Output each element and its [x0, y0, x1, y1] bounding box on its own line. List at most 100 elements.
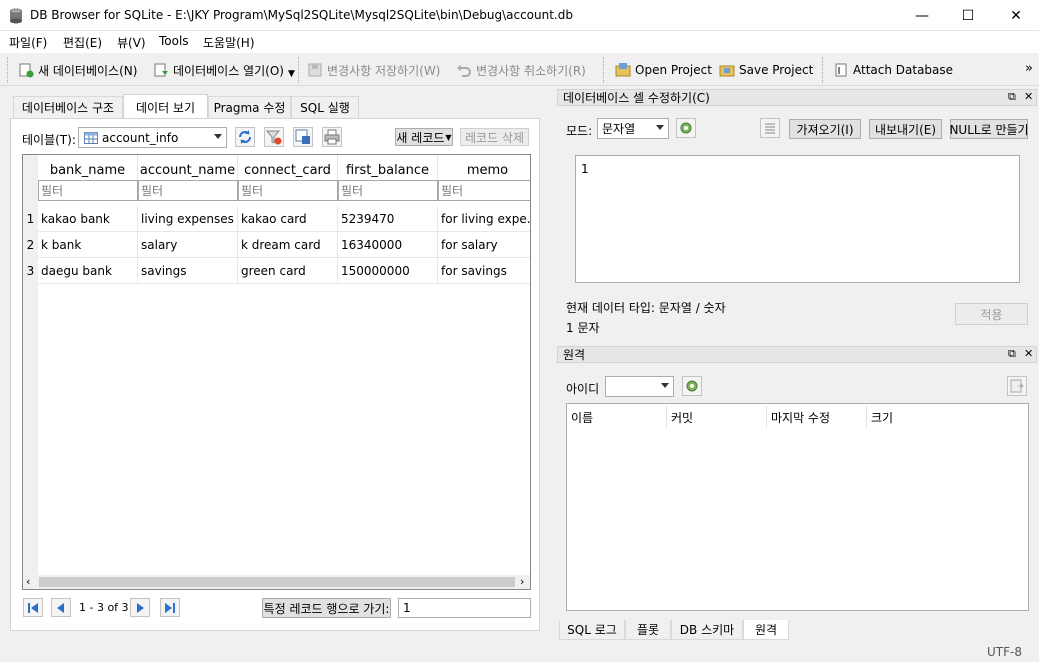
open-database-button[interactable]: 데이터베이스 열기(O) ▼	[153, 58, 295, 82]
attach-database-button[interactable]: Attach Database	[833, 58, 953, 82]
tab-database-structure[interactable]: 데이터베이스 구조	[13, 96, 123, 118]
float-dock-icon[interactable]: ⧉	[1008, 347, 1016, 361]
minimize-button[interactable]: —	[899, 0, 945, 31]
tab-execute-sql[interactable]: SQL 실행	[291, 96, 359, 118]
menu-file[interactable]: 파일(F)	[9, 34, 47, 51]
filter-input[interactable]: 필터	[38, 180, 138, 201]
word-wrap-button[interactable]	[760, 118, 780, 138]
table-cell[interactable]: k dream card	[238, 232, 338, 258]
close-button[interactable]: ✕	[993, 0, 1039, 31]
next-page-button[interactable]	[130, 598, 150, 617]
clear-filters-button[interactable]	[264, 127, 284, 147]
mode-select[interactable]: 문자열	[597, 118, 669, 139]
tab-browse-data[interactable]: 데이터 보기	[123, 94, 208, 119]
column-header[interactable]: account_name	[138, 155, 238, 180]
table-cell[interactable]: salary	[138, 232, 238, 258]
table-cell[interactable]: 16340000	[338, 232, 438, 258]
remote-database-list[interactable]: 이름 커밋 마지막 수정 크기	[566, 403, 1029, 611]
table-cell[interactable]: for savings	[438, 258, 530, 284]
column-header[interactable]: 크기	[867, 406, 1028, 428]
column-header[interactable]: connect_card	[238, 155, 338, 180]
tab-remote[interactable]: 원격	[743, 620, 789, 640]
toolbar-overflow-button[interactable]: »	[1025, 61, 1033, 76]
scrollbar-thumb[interactable]	[39, 577, 515, 587]
new-record-button[interactable]: 새 레코드 ▼	[395, 128, 453, 146]
table-cell[interactable]: 5239470	[338, 206, 438, 232]
identity-select[interactable]	[605, 376, 674, 397]
chevron-down-icon[interactable]: ▼	[288, 69, 295, 79]
revert-changes-button[interactable]: 변경사항 취소하기(R)	[456, 58, 586, 82]
previous-page-button[interactable]	[51, 598, 71, 617]
row-number[interactable]: 1	[23, 206, 38, 232]
column-header[interactable]: 이름	[567, 406, 667, 428]
new-database-button[interactable]: 새 데이터베이스(N)	[18, 58, 137, 82]
chevron-down-icon	[661, 383, 669, 388]
goto-record-input[interactable]: 1	[398, 598, 531, 618]
menu-edit[interactable]: 편집(E)	[63, 34, 102, 51]
save-project-button[interactable]: Save Project	[719, 58, 813, 82]
column-header[interactable]: bank_name	[38, 155, 138, 180]
cell-editor[interactable]: 1	[575, 155, 1020, 283]
table-cell[interactable]: for salary	[438, 232, 530, 258]
table-cell[interactable]: 150000000	[338, 258, 438, 284]
table-cell[interactable]: living expenses	[138, 206, 238, 232]
float-dock-icon[interactable]: ⧉	[1008, 90, 1016, 104]
table-cell[interactable]: kakao card	[238, 206, 338, 232]
tab-db-schema[interactable]: DB 스키마	[671, 620, 743, 640]
table-cell[interactable]: savings	[138, 258, 238, 284]
row-number[interactable]: 3	[23, 258, 38, 284]
set-null-button[interactable]: NULL로 만들기	[949, 119, 1029, 139]
column-header[interactable]: first_balance	[338, 155, 438, 180]
scroll-left-icon[interactable]: ‹	[26, 575, 30, 588]
horizontal-scrollbar[interactable]: ‹ ›	[23, 575, 530, 589]
open-project-label: Open Project	[635, 63, 712, 77]
tab-sql-log[interactable]: SQL 로그	[559, 620, 625, 640]
table-cell[interactable]: kakao bank	[38, 206, 138, 232]
close-dock-icon[interactable]: ✕	[1024, 347, 1033, 360]
import-button[interactable]: 가져오기(I)	[789, 119, 861, 139]
filter-input[interactable]: 필터	[438, 180, 530, 201]
apply-button[interactable]: 적용	[955, 303, 1028, 325]
save-filter-button[interactable]	[293, 127, 313, 147]
scroll-right-icon[interactable]: ›	[520, 575, 524, 588]
window-title: DB Browser for SQLite - E:\JKY Program\M…	[30, 8, 573, 22]
chevron-down-icon	[656, 125, 664, 130]
menu-help[interactable]: 도움말(H)	[203, 34, 255, 51]
export-button[interactable]: 내보내기(E)	[869, 119, 942, 139]
first-page-button[interactable]	[23, 598, 43, 617]
column-header[interactable]: 마지막 수정	[767, 406, 867, 428]
table-cell[interactable]: daegu bank	[38, 258, 138, 284]
column-header[interactable]: memo	[438, 155, 530, 180]
save-project-label: Save Project	[739, 63, 814, 77]
table-cell[interactable]: for living expe...	[438, 206, 530, 232]
identity-settings-button[interactable]	[682, 376, 702, 396]
database-app-icon	[10, 8, 22, 24]
delete-record-button[interactable]: 레코드 삭제	[460, 128, 529, 146]
last-page-button[interactable]	[160, 598, 180, 617]
refresh-button[interactable]	[235, 127, 255, 147]
next-icon	[137, 602, 144, 613]
print-button[interactable]	[322, 127, 342, 147]
table-cell[interactable]: green card	[238, 258, 338, 284]
tab-edit-pragmas[interactable]: Pragma 수정	[208, 96, 291, 118]
refresh-icon	[239, 130, 251, 144]
open-project-button[interactable]: Open Project	[615, 58, 712, 82]
filter-input[interactable]: 필터	[338, 180, 438, 201]
filter-input[interactable]: 필터	[138, 180, 238, 201]
data-grid[interactable]: bank_name account_name connect_card firs…	[22, 154, 531, 590]
write-changes-button[interactable]: 변경사항 저장하기(W)	[307, 58, 440, 82]
filter-input[interactable]: 필터	[238, 180, 338, 201]
menu-tools[interactable]: Tools	[159, 34, 189, 48]
auto-switch-mode-button[interactable]	[676, 118, 696, 138]
push-database-button[interactable]	[1007, 376, 1027, 396]
close-dock-icon[interactable]: ✕	[1024, 90, 1033, 103]
goto-record-button[interactable]: 특정 레코드 행으로 가기:	[262, 598, 391, 618]
table-select[interactable]: account_info	[78, 127, 227, 148]
row-number[interactable]: 2	[23, 232, 38, 258]
table-cell[interactable]: k bank	[38, 232, 138, 258]
maximize-button[interactable]: ☐	[945, 0, 991, 31]
tab-plot[interactable]: 플롯	[625, 620, 671, 640]
main-toolbar: 새 데이터베이스(N) 데이터베이스 열기(O) ▼ 변경사항 저장하기(W) …	[0, 53, 1039, 86]
menu-view[interactable]: 뷰(V)	[117, 34, 146, 51]
column-header[interactable]: 커밋	[667, 406, 767, 428]
